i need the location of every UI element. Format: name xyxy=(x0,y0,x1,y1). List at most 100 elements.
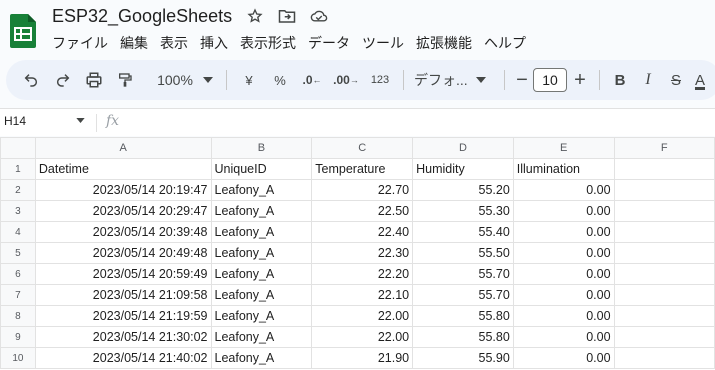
cell-a[interactable]: Datetime xyxy=(34,158,212,180)
cell-a[interactable]: 2023/05/14 21:40:02 xyxy=(34,347,212,369)
cell-f[interactable] xyxy=(613,158,715,180)
cell-a[interactable]: 2023/05/14 20:59:49 xyxy=(34,263,212,285)
column-header-d[interactable]: D xyxy=(412,137,514,159)
select-all-corner[interactable] xyxy=(0,137,36,159)
row-header[interactable]: 8 xyxy=(0,305,36,327)
cell-d[interactable]: 55.30 xyxy=(412,200,514,222)
cell-a[interactable]: 2023/05/14 21:30:02 xyxy=(34,326,212,348)
cell-f[interactable] xyxy=(613,221,715,243)
star-icon[interactable] xyxy=(246,7,264,25)
strikethrough-button[interactable]: S xyxy=(662,66,690,94)
menu-file[interactable]: ファイル xyxy=(46,33,114,53)
menu-view[interactable]: 表示 xyxy=(154,33,194,53)
cell-d[interactable]: 55.40 xyxy=(412,221,514,243)
cell-d[interactable]: 55.20 xyxy=(412,179,514,201)
cell-f[interactable] xyxy=(613,179,715,201)
column-header-e[interactable]: E xyxy=(512,137,615,159)
cell-e[interactable]: 0.00 xyxy=(512,221,615,243)
font-size-input[interactable]: 10 xyxy=(533,68,567,92)
move-to-folder-icon[interactable] xyxy=(278,7,296,25)
cell-e[interactable]: 0.00 xyxy=(512,263,615,285)
cloud-saved-icon[interactable] xyxy=(310,7,328,25)
undo-icon[interactable] xyxy=(14,66,48,94)
cell-b[interactable]: Leafony_A xyxy=(210,347,313,369)
cell-a[interactable]: 2023/05/14 21:19:59 xyxy=(34,305,212,327)
bold-button[interactable]: B xyxy=(606,66,634,94)
decrease-decimal-button[interactable]: .0 ← xyxy=(295,66,329,94)
cell-c[interactable]: 22.00 xyxy=(311,326,414,348)
cell-c[interactable]: 22.40 xyxy=(311,221,414,243)
cell-d[interactable]: 55.80 xyxy=(412,326,514,348)
menu-format[interactable]: 表示形式 xyxy=(234,33,302,53)
row-header[interactable]: 6 xyxy=(0,263,36,285)
cell-d[interactable]: 55.70 xyxy=(412,284,514,306)
font-select[interactable]: デフォ... xyxy=(410,66,498,94)
cell-c[interactable]: 22.20 xyxy=(311,263,414,285)
cell-e[interactable]: 0.00 xyxy=(512,200,615,222)
column-header-a[interactable]: A xyxy=(34,137,212,159)
row-header[interactable]: 10 xyxy=(0,347,36,369)
cell-f[interactable] xyxy=(613,263,715,285)
cell-e[interactable]: 0.00 xyxy=(512,326,615,348)
cell-b[interactable]: Leafony_A xyxy=(210,263,313,285)
cell-c[interactable]: Temperature xyxy=(311,158,414,180)
menu-tools[interactable]: ツール xyxy=(356,33,410,53)
print-icon[interactable] xyxy=(78,66,110,94)
menu-extensions[interactable]: 拡張機能 xyxy=(410,33,478,53)
cell-d[interactable]: 55.70 xyxy=(412,263,514,285)
cell-a[interactable]: 2023/05/14 20:39:48 xyxy=(34,221,212,243)
percent-format-button[interactable]: % xyxy=(265,66,295,94)
redo-icon[interactable] xyxy=(48,66,78,94)
cell-f[interactable] xyxy=(613,305,715,327)
cell-d[interactable]: Humidity xyxy=(412,158,514,180)
menu-data[interactable]: データ xyxy=(302,33,356,53)
cell-b[interactable]: Leafony_A xyxy=(210,284,313,306)
increase-font-size-button[interactable]: + xyxy=(567,66,593,94)
row-header[interactable]: 9 xyxy=(0,326,36,348)
column-header-f[interactable]: F xyxy=(613,137,715,159)
cell-b[interactable]: Leafony_A xyxy=(210,221,313,243)
row-header[interactable]: 2 xyxy=(0,179,36,201)
cell-a[interactable]: 2023/05/14 20:49:48 xyxy=(34,242,212,264)
italic-button[interactable]: I xyxy=(634,66,662,94)
cell-e[interactable]: 0.00 xyxy=(512,284,615,306)
name-box[interactable]: H14 xyxy=(4,114,85,128)
cell-d[interactable]: 55.80 xyxy=(412,305,514,327)
cell-b[interactable]: Leafony_A xyxy=(210,326,313,348)
cell-c[interactable]: 21.90 xyxy=(311,347,414,369)
cell-c[interactable]: 22.00 xyxy=(311,305,414,327)
more-formats-button[interactable]: 123 xyxy=(363,66,397,94)
row-header[interactable]: 4 xyxy=(0,221,36,243)
cell-a[interactable]: 2023/05/14 20:29:47 xyxy=(34,200,212,222)
currency-format-button[interactable]: ¥ xyxy=(233,66,265,94)
cell-b[interactable]: Leafony_A xyxy=(210,200,313,222)
cell-f[interactable] xyxy=(613,347,715,369)
cell-b[interactable]: Leafony_A xyxy=(210,305,313,327)
cell-e[interactable]: 0.00 xyxy=(512,242,615,264)
cell-f[interactable] xyxy=(613,242,715,264)
cell-c[interactable]: 22.70 xyxy=(311,179,414,201)
decrease-font-size-button[interactable]: − xyxy=(511,66,533,94)
zoom-select[interactable]: 100% xyxy=(150,66,220,94)
cell-b[interactable]: Leafony_A xyxy=(210,242,313,264)
cell-e[interactable]: 0.00 xyxy=(512,305,615,327)
text-color-button[interactable]: A xyxy=(690,66,710,94)
cell-b[interactable]: UniqueID xyxy=(210,158,313,180)
column-header-c[interactable]: C xyxy=(311,137,414,159)
cell-e[interactable]: 0.00 xyxy=(512,179,615,201)
cell-e[interactable]: 0.00 xyxy=(512,347,615,369)
cell-a[interactable]: 2023/05/14 21:09:58 xyxy=(34,284,212,306)
paint-format-icon[interactable] xyxy=(110,66,140,94)
increase-decimal-button[interactable]: .00 → xyxy=(329,66,363,94)
menu-insert[interactable]: 挿入 xyxy=(194,33,234,53)
row-header[interactable]: 3 xyxy=(0,200,36,222)
cell-c[interactable]: 22.30 xyxy=(311,242,414,264)
cell-c[interactable]: 22.10 xyxy=(311,284,414,306)
cell-f[interactable] xyxy=(613,200,715,222)
cell-f[interactable] xyxy=(613,284,715,306)
cell-a[interactable]: 2023/05/14 20:19:47 xyxy=(34,179,212,201)
google-sheets-logo[interactable] xyxy=(10,14,36,48)
menu-help[interactable]: ヘルプ xyxy=(478,33,532,53)
row-header[interactable]: 7 xyxy=(0,284,36,306)
cell-d[interactable]: 55.90 xyxy=(412,347,514,369)
